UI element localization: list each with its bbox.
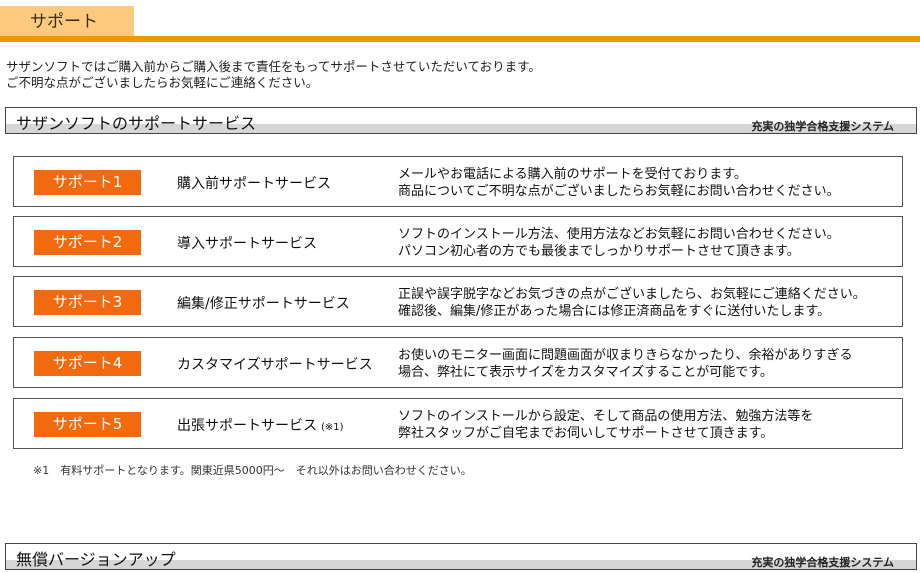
tab-support[interactable]: サポート xyxy=(0,6,134,38)
support-name-1: 購入前サポートサービス xyxy=(177,173,331,193)
desc-line: 弊社スタッフがご自宅までお伺いしてサポートさせて頂きます。 xyxy=(398,426,774,441)
support-name-2: 導入サポートサービス xyxy=(177,233,317,253)
section-header-support: サザンソフトのサポートサービス 充実の独学合格支援システム xyxy=(5,107,917,134)
intro-line-2: ご不明な点がございましたらお気軽にご連絡ください。 xyxy=(6,75,319,90)
support-desc-3: 正誤や誤字脱字などお気づきの点がございましたら、お気軽にご連絡ください。 確認後… xyxy=(398,286,866,320)
support-desc-1: メールやお電話による購入前のサポートを受付ております。 商品についてご不明な点が… xyxy=(398,166,840,200)
section-subtitle: 充実の独学合格支援システム xyxy=(751,120,894,133)
desc-line: パソコン初心者の方でも最後までしっかりサポートさせて頂きます。 xyxy=(398,244,800,259)
support-card-3: サポート3 編集/修正サポートサービス 正誤や誤字脱字などお気づきの点がございま… xyxy=(13,276,903,327)
desc-line: 正誤や誤字脱字などお気づきの点がございましたら、お気軽にご連絡ください。 xyxy=(398,287,866,302)
section-subtitle: 充実の独学合格支援システム xyxy=(751,556,894,569)
support-name-3: 編集/修正サポートサービス xyxy=(177,293,350,313)
support-name-label: カスタマイズサポートサービス xyxy=(177,357,373,373)
desc-line: 場合、弊社にて表示サイズをカスタマイズすることが可能です。 xyxy=(398,365,773,380)
section-header-upgrade: 無償バージョンアップ 充実の独学合格支援システム xyxy=(5,543,917,570)
desc-line: 商品についてご不明な点がございましたらお気軽にお問い合わせください。 xyxy=(398,184,840,199)
desc-line: ソフトのインストールから設定、そして商品の使用方法、勉強方法等を xyxy=(398,409,814,424)
support-name-label: 編集/修正サポートサービス xyxy=(177,296,350,312)
footnote: ※1 有料サポートとなります。関東近県5000円～ それ以外はお問い合わせくださ… xyxy=(33,464,472,477)
support-name-label: 購入前サポートサービス xyxy=(177,176,331,192)
intro-line-1: サザンソフトではご購入前からご購入後まで責任をもってサポートさせていただいており… xyxy=(6,59,541,74)
support-card-4: サポート4 カスタマイズサポートサービス お使いのモニター画面に問題画面が収まり… xyxy=(13,337,903,388)
footnote-ref: (※1) xyxy=(321,422,344,433)
support-desc-4: お使いのモニター画面に問題画面が収まりきらなかったり、余裕がありすぎる 場合、弊… xyxy=(398,347,852,381)
support-badge-2[interactable]: サポート2 xyxy=(34,230,141,255)
support-name-4: カスタマイズサポートサービス xyxy=(177,354,373,374)
support-badge-3[interactable]: サポート3 xyxy=(34,290,141,315)
support-name-label: 導入サポートサービス xyxy=(177,236,317,252)
support-name-5: 出張サポートサービス (※1) xyxy=(177,415,344,435)
desc-line: お使いのモニター画面に問題画面が収まりきらなかったり、余裕がありすぎる xyxy=(398,348,853,363)
desc-line: メールやお電話による購入前のサポートを受付ております。 xyxy=(398,167,747,182)
support-card-5: サポート5 出張サポートサービス (※1) ソフトのインストールから設定、そして商… xyxy=(13,398,903,449)
support-card-2: サポート2 導入サポートサービス ソフトのインストール方法、使用方法などお気軽に… xyxy=(13,216,903,267)
support-card-1: サポート1 購入前サポートサービス メールやお電話による購入前のサポートを受付て… xyxy=(13,156,903,207)
support-desc-5: ソフトのインストールから設定、そして商品の使用方法、勉強方法等を 弊社スタッフが… xyxy=(398,408,813,442)
intro-text: サザンソフトではご購入前からご購入後まで責任をもってサポートさせていただいており… xyxy=(6,59,541,91)
header-accent-bar xyxy=(0,36,920,42)
support-name-label: 出張サポートサービス xyxy=(177,418,317,434)
desc-line: ソフトのインストール方法、使用方法などお気軽にお問い合わせください。 xyxy=(398,227,840,242)
support-badge-4[interactable]: サポート4 xyxy=(34,351,141,376)
support-badge-1[interactable]: サポート1 xyxy=(34,170,141,195)
support-desc-2: ソフトのインストール方法、使用方法などお気軽にお問い合わせください。 パソコン初… xyxy=(398,226,840,260)
section-title: サザンソフトのサポートサービス xyxy=(16,114,257,133)
section-title: 無償バージョンアップ xyxy=(16,550,176,569)
support-badge-5[interactable]: サポート5 xyxy=(34,412,141,437)
desc-line: 確認後、編集/修正があった場合には修正済商品をすぐに送付いたします。 xyxy=(398,304,831,319)
